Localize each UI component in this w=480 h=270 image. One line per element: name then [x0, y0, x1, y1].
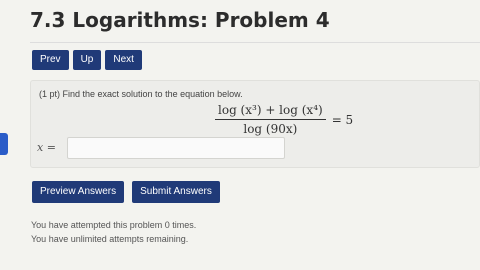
equation-denominator: log (90x): [243, 122, 298, 136]
page-title: 7.3 Logarithms: Problem 4: [30, 8, 330, 32]
equation-numerator: log (x³) + log (x⁴): [215, 103, 326, 120]
equation-rhs: = 5: [331, 112, 354, 127]
attempts-remaining-text: You have unlimited attempts remaining.: [31, 234, 189, 244]
next-button[interactable]: Next: [105, 50, 142, 70]
attempts-made-text: You have attempted this problem 0 times.: [31, 220, 197, 230]
problem-prompt: (1 pt) Find the exact solution to the eq…: [39, 89, 243, 99]
problem-panel: (1 pt) Find the exact solution to the eq…: [30, 80, 480, 168]
answer-label: x =: [37, 141, 56, 154]
side-tab[interactable]: [0, 133, 8, 155]
prev-button[interactable]: Prev: [32, 50, 69, 70]
submit-answers-button[interactable]: Submit Answers: [132, 181, 220, 203]
up-button[interactable]: Up: [72, 50, 102, 70]
title-divider: [30, 42, 480, 43]
answer-input[interactable]: [67, 137, 285, 159]
equation: log (x³) + log (x⁴) log (90x) = 5: [215, 103, 353, 136]
attempt-status: You have attempted this problem 0 times.…: [31, 218, 196, 246]
answer-actions: Preview Answers Submit Answers: [32, 181, 220, 203]
preview-answers-button[interactable]: Preview Answers: [32, 181, 125, 203]
problem-nav: Prev Up Next: [32, 50, 142, 70]
equation-fraction: log (x³) + log (x⁴) log (90x): [215, 103, 326, 136]
